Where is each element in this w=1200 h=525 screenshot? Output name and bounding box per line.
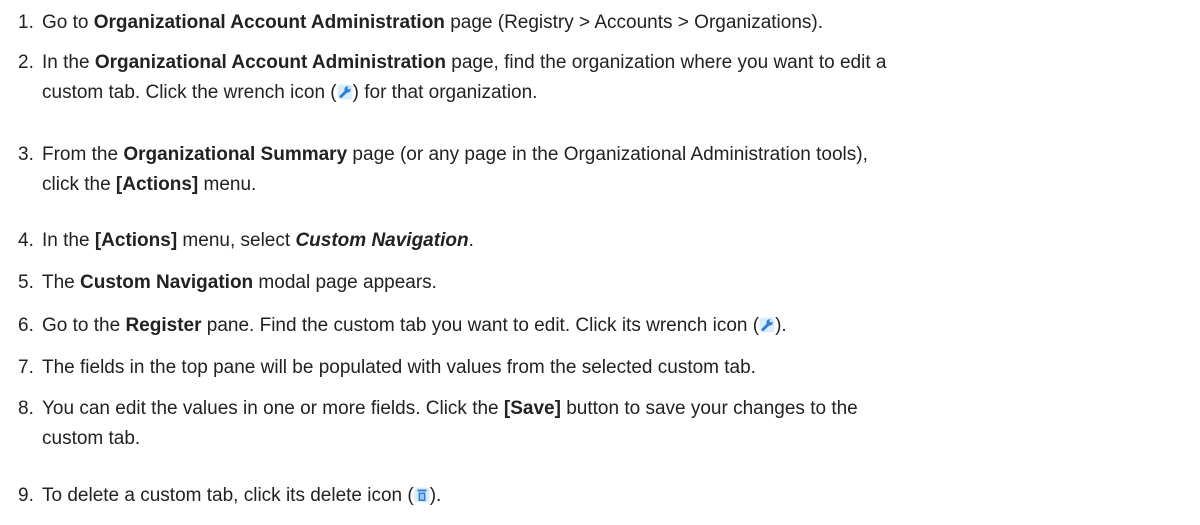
step-text-segment: ). [429,485,442,506]
step-text-segment: ). [775,315,787,336]
step-text-segment: The [42,272,81,293]
step-number: 3. [18,144,34,165]
step-text-segment: menu. [198,174,257,195]
step-text-segment: menu, select [177,230,296,251]
step-text: From the Organizational Summary page (or… [42,140,1192,200]
step-text-segment: Go to the [42,315,126,336]
step-text: The Custom Navigation modal page appears… [42,268,1192,298]
step-number: 2. [18,52,34,73]
step-text-segment: page (Registry > Accounts > Organization… [444,12,824,33]
ui-term: Register [125,315,202,336]
step-text: You can edit the values in one or more f… [42,394,1192,454]
step-text-segment: pane. Find the custom tab you want to ed… [201,315,760,336]
step-text-segment: . [468,230,474,251]
step-number: 5. [18,272,34,293]
step-text-segment: Go to [42,12,94,33]
step-text-segment: You can edit the values in one or more f… [42,398,504,419]
step-number: 6. [18,315,34,336]
step-number: 7. [18,357,34,378]
step-number: 9. [18,485,34,506]
step-number: 1. [18,12,34,33]
step-text: To delete a custom tab, click its delete… [42,481,1192,511]
step-text-segment: To delete a custom tab, click its delete… [42,485,414,506]
step-text: The fields in the top pane will be popul… [42,353,1192,383]
wrench-icon [337,80,353,100]
ui-term: Organizational Account Administration [94,52,446,73]
ui-term: Organizational Account Administration [93,12,445,33]
step-text: Go to the Register pane. Find the custom… [42,311,1192,341]
ui-term: Custom Navigation [80,272,254,293]
ui-term: [Save] [503,398,561,419]
wrench-icon [759,313,775,333]
step-text-segment: modal page appears. [253,272,437,293]
ui-term: [Actions] [94,230,178,251]
step-text-segment: button to save your changes to the [560,398,858,419]
step-text-segment: The fields in the top pane will be popul… [42,357,756,378]
step-text: Go to Organizational Account Administrat… [42,8,1192,38]
step-text-segment: page (or any page in the Organizational … [347,144,868,165]
step-text-segment: From the [42,144,124,165]
step-text: In the [Actions] menu, select Custom Nav… [42,226,1192,256]
step-text-segment: page, find the organization where you wa… [446,52,887,73]
step-text-segment: custom tab. [42,428,141,449]
step-number: 4. [18,230,34,251]
step-text: In the Organizational Account Administra… [42,48,1192,108]
step-text-segment: ) for that organization. [352,82,538,103]
ui-term: Organizational Summary [123,144,348,165]
step-number: 8. [18,398,34,419]
menu-option-term: Custom Navigation [295,230,469,251]
step-text-segment: custom tab. Click the wrench icon ( [42,82,337,103]
step-text-segment: click the [42,174,116,195]
step-text-segment: In the [42,230,95,251]
ui-term: [Actions] [115,174,199,195]
step-text-segment: In the [42,52,95,73]
trash-icon [414,483,430,503]
